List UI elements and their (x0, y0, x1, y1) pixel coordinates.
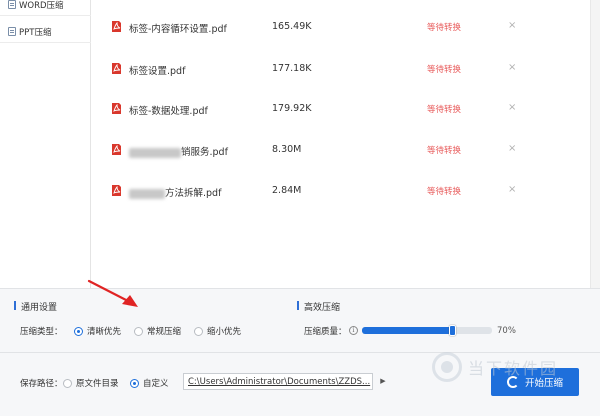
file-name: 标签设置.pdf (129, 66, 186, 77)
radio-label: 常规压缩 (147, 327, 182, 337)
radio-custom-dir[interactable]: 自定义 (130, 377, 169, 389)
file-row[interactable]: 标签-内容循环设置.pdf 165.49K 等待转换 × (92, 17, 588, 37)
file-size: 2.84M (272, 185, 302, 196)
file-size: 179.92K (272, 103, 312, 114)
radio-label: 原文件目录 (76, 379, 119, 389)
sidebar-item-label: PPT压缩 (19, 27, 52, 38)
document-icon (8, 27, 16, 36)
file-size: 8.30M (272, 144, 302, 155)
sidebar-item-word[interactable]: WORD压缩 (0, 0, 91, 16)
divider (0, 352, 600, 353)
pdf-icon (112, 103, 121, 114)
radio-label: 缩小优先 (207, 327, 242, 337)
file-list: 标签-内容循环设置.pdf 165.49K 等待转换 × 标签设置.pdf 17… (92, 0, 588, 288)
close-icon[interactable]: × (508, 62, 516, 73)
radio-dot (63, 378, 72, 388)
compress-type-label: 压缩类型： (20, 327, 63, 337)
file-size: 165.49K (272, 21, 312, 32)
sidebar-item-label: WORD压缩 (19, 0, 64, 11)
close-icon[interactable]: × (508, 20, 516, 31)
radio-dot (194, 326, 203, 336)
file-status: 等待转换 (427, 187, 462, 197)
radio-label: 清晰优先 (87, 327, 122, 337)
save-path-input[interactable]: C:\Users\Administrator\Documents\ZZDS... (183, 373, 373, 390)
sidebar: WORD压缩 PPT压缩 (0, 0, 91, 288)
slider-handle[interactable] (449, 325, 456, 336)
quality-label: 压缩质量： (304, 327, 347, 337)
radio-label: 自定义 (143, 379, 169, 389)
pdf-icon (112, 185, 121, 196)
redacted-text (129, 147, 181, 158)
file-status: 等待转换 (427, 105, 462, 115)
quality-slider[interactable] (362, 325, 492, 336)
save-path-text: C:\Users\Administrator\Documents\ZZDS... (188, 377, 371, 387)
pdf-icon (112, 21, 121, 32)
radio-dot (130, 378, 139, 388)
file-name: 标签-数据处理.pdf (129, 106, 208, 117)
browse-arrow-icon[interactable]: ▶ (377, 374, 389, 389)
file-name: 标签-内容循环设置.pdf (129, 24, 227, 35)
radio-normal-compress[interactable]: 常规压缩 (134, 325, 181, 337)
document-icon (8, 0, 16, 9)
file-name: 销服务.pdf (129, 144, 228, 158)
redacted-text (129, 188, 165, 199)
general-settings-title: 通用设置 (14, 300, 57, 313)
efficient-compress-title: 高效压缩 (297, 300, 340, 313)
start-button-label: 开始压缩 (524, 378, 563, 389)
close-icon[interactable]: × (508, 102, 516, 113)
file-status: 等待转换 (427, 65, 462, 75)
pdf-icon (112, 63, 121, 74)
quality-value: 70% (497, 326, 516, 336)
start-compress-button[interactable]: 开始压缩 (491, 368, 579, 396)
file-status: 等待转换 (427, 23, 462, 33)
file-size: 177.18K (272, 63, 312, 74)
pdf-icon (112, 144, 121, 155)
file-row[interactable]: 方法拆解.pdf 2.84M 等待转换 × (92, 181, 588, 201)
file-status: 等待转换 (427, 146, 462, 156)
refresh-icon (506, 376, 519, 388)
radio-size-first[interactable]: 缩小优先 (194, 325, 241, 337)
file-name-visible: 销服务.pdf (181, 147, 228, 158)
file-row[interactable]: 标签-数据处理.pdf 179.92K 等待转换 × (92, 99, 588, 119)
file-row[interactable]: 销服务.pdf 8.30M 等待转换 × (92, 140, 588, 160)
file-name: 方法拆解.pdf (129, 185, 221, 199)
close-icon[interactable]: × (508, 143, 516, 154)
file-row[interactable]: 标签设置.pdf 177.18K 等待转换 × (92, 59, 588, 79)
annotation-arrow-icon (87, 279, 138, 307)
radio-dot (74, 326, 83, 336)
info-icon[interactable]: i (349, 326, 358, 335)
scrollbar[interactable] (590, 0, 600, 288)
slider-fill (362, 327, 453, 334)
sidebar-item-ppt[interactable]: PPT压缩 (0, 21, 91, 43)
radio-dot (134, 326, 143, 336)
close-icon[interactable]: × (508, 184, 516, 195)
radio-clarity-first[interactable]: 清晰优先 (74, 325, 121, 337)
file-name-visible: 方法拆解.pdf (165, 188, 222, 199)
radio-source-dir[interactable]: 原文件目录 (63, 377, 119, 389)
save-path-label: 保存路径： (20, 379, 63, 389)
